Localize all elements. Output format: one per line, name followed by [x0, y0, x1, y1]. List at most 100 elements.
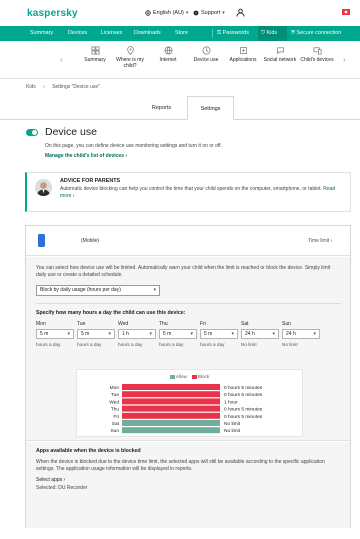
advice-text: Automatic device blocking can help you c… — [60, 186, 345, 200]
nav-devices[interactable]: Devices — [68, 26, 87, 41]
chart-bar — [122, 420, 220, 426]
day-limit-select[interactable]: 1 h ▾ — [118, 329, 156, 339]
chevron-right-icon[interactable]: › — [343, 55, 346, 64]
svg-text:?: ? — [195, 12, 197, 16]
nav-secure-connection-label: Secure connection — [296, 30, 342, 36]
day-label: Sat — [241, 321, 249, 327]
day-limit-select[interactable]: 5 m ▾ — [36, 329, 74, 339]
limit-settings: You can select how device use will be li… — [26, 257, 350, 441]
day-limit-select[interactable]: 5 m ▾ — [200, 329, 238, 339]
tab-settings[interactable]: Settings — [187, 96, 234, 121]
day-limit-select[interactable]: 5 m ▾ — [159, 329, 197, 339]
chart-category-label: Mon — [110, 385, 120, 391]
device-use-toggle[interactable] — [26, 129, 38, 136]
chart-plot: Mon 0 hours 5 minutes Tue 0 hours 5 minutes… — [109, 384, 263, 434]
subnav-internet[interactable]: Internet — [148, 46, 188, 64]
chart-category-label: Sat — [112, 421, 120, 427]
day-limit-select[interactable]: 24 h ▾ — [282, 329, 320, 339]
chevron-down-icon: ▾ — [185, 10, 189, 16]
limit-mode-select[interactable]: Block by daily usage (hours per day) ▾ — [36, 285, 160, 296]
day-limit-note: hours a day — [77, 342, 102, 347]
allowed-apps-section: Apps available when the device is blocke… — [26, 442, 350, 528]
support-label: Support — [201, 10, 221, 16]
device-use-icon — [202, 46, 210, 55]
language-label: English (AU) — [153, 10, 184, 16]
device-header[interactable]: (Mobile) Time limit › — [26, 226, 350, 256]
chart-bar — [122, 427, 220, 434]
manage-devices-link[interactable]: Manage the child's list of devices › — [45, 153, 127, 159]
chevron-down-icon: ▾ — [67, 331, 70, 337]
subnav-where-is-my-child[interactable]: Where is my child? — [110, 46, 150, 69]
nav-licenses[interactable]: Licenses — [101, 26, 122, 41]
day-limit-value: 24 h — [245, 331, 255, 337]
nav-secure-connection[interactable]: ⛨ Secure connection — [291, 26, 341, 41]
day-label: Tue — [77, 321, 86, 327]
advice-panel: ADVICE FOR PARENTS Automatic device bloc… — [25, 172, 351, 212]
user-account-icon[interactable] — [236, 8, 245, 17]
chevron-left-icon[interactable]: ‹ — [60, 55, 63, 64]
nav-summary[interactable]: Summary — [30, 26, 53, 41]
day-limit-value: 5 m — [204, 331, 213, 337]
apps-title: Apps available when the device is blocke… — [36, 448, 141, 454]
day-limit-thu: Thu 5 m ▾ hours a day — [159, 321, 197, 347]
day-label: Fri — [200, 321, 206, 327]
section-description: On this page, you can define device use … — [45, 143, 222, 149]
chart-bar — [122, 384, 220, 390]
subnav-label: Internet — [159, 57, 177, 63]
day-limit-select[interactable]: 24 h ▾ — [241, 329, 279, 339]
chart-data-label: 0 hours 5 minutes — [224, 385, 263, 391]
chart-category-label: Tue — [111, 392, 119, 398]
select-apps-link[interactable]: Select apps › — [36, 477, 65, 483]
breadcrumb-current: Settings "Device use" — [52, 84, 100, 90]
divider — [36, 303, 341, 304]
hours-per-day-label: Specify how many hours a day the child c… — [36, 310, 186, 316]
page-title: Device use — [45, 126, 97, 138]
nav-kids[interactable]: ⛉ Kids — [258, 26, 287, 41]
day-limit-select[interactable]: 5 m ▾ — [77, 329, 115, 339]
summary-icon — [91, 46, 99, 55]
kaspersky-logo[interactable]: kaspersky — [27, 8, 78, 19]
subnav-summary[interactable]: Summary — [75, 46, 115, 64]
chevron-down-icon: ▾ — [153, 287, 156, 293]
subnav-childs-devices[interactable]: Child's devices — [297, 46, 337, 64]
social-network-icon — [276, 47, 284, 55]
chevron-down-icon: ▾ — [190, 331, 193, 337]
day-limit-value: 5 m — [81, 331, 90, 337]
flag-icon[interactable] — [342, 9, 350, 15]
nav-passwords[interactable]: ⚿ Passwords — [215, 26, 249, 41]
breadcrumb-kids[interactable]: Kids — [26, 84, 36, 90]
nav-divider — [212, 29, 213, 38]
nav-passwords-label: Passwords — [222, 30, 249, 36]
day-limit-mon: Mon 5 m ▾ hours a day — [36, 321, 74, 347]
subnav-label: Where is my child? — [116, 57, 144, 69]
day-limit-note: No limit — [282, 342, 298, 347]
day-label: Mon — [36, 321, 46, 327]
day-limit-wed: Wed 1 h ▾ hours a day — [118, 321, 156, 347]
chart-data-label: 1 hour — [224, 399, 238, 405]
globe-icon — [164, 46, 172, 55]
chart-bar — [122, 391, 220, 398]
tab-reports[interactable]: Reports — [135, 96, 188, 120]
time-limit-link[interactable]: Time limit › — [308, 238, 332, 244]
subnav-label: Summary — [84, 57, 106, 63]
nav-kids-label: Kids — [266, 30, 278, 36]
day-limit-value: 1 h — [122, 331, 129, 337]
nav-downloads[interactable]: Downloads — [134, 26, 161, 41]
subnav-label: Applications — [229, 57, 257, 63]
chart-category-label: Fri — [113, 414, 119, 420]
support-icon: ? — [193, 10, 199, 16]
subnav-applications[interactable]: Applications — [223, 46, 263, 64]
chart-bar — [122, 405, 220, 412]
kids-sub-navigation: ‹ Summary Where is my child? Internet De… — [0, 41, 360, 79]
day-label: Wed — [118, 321, 129, 327]
device-card: (Mobile) Time limit › You can select how… — [25, 225, 351, 528]
subnav-device-use[interactable]: Device use — [186, 46, 226, 64]
chart-category-label: Wed — [109, 399, 119, 405]
subnav-social-network[interactable]: Social network — [260, 46, 300, 64]
support-link[interactable]: ? Support ▾ — [193, 10, 225, 16]
chart-data-label: No limit — [224, 421, 241, 427]
nav-store[interactable]: Store — [175, 26, 188, 41]
mobile-device-icon — [38, 234, 45, 247]
language-selector[interactable]: English (AU) ▾ — [145, 10, 188, 16]
chevron-down-icon: ▾ — [108, 331, 111, 337]
